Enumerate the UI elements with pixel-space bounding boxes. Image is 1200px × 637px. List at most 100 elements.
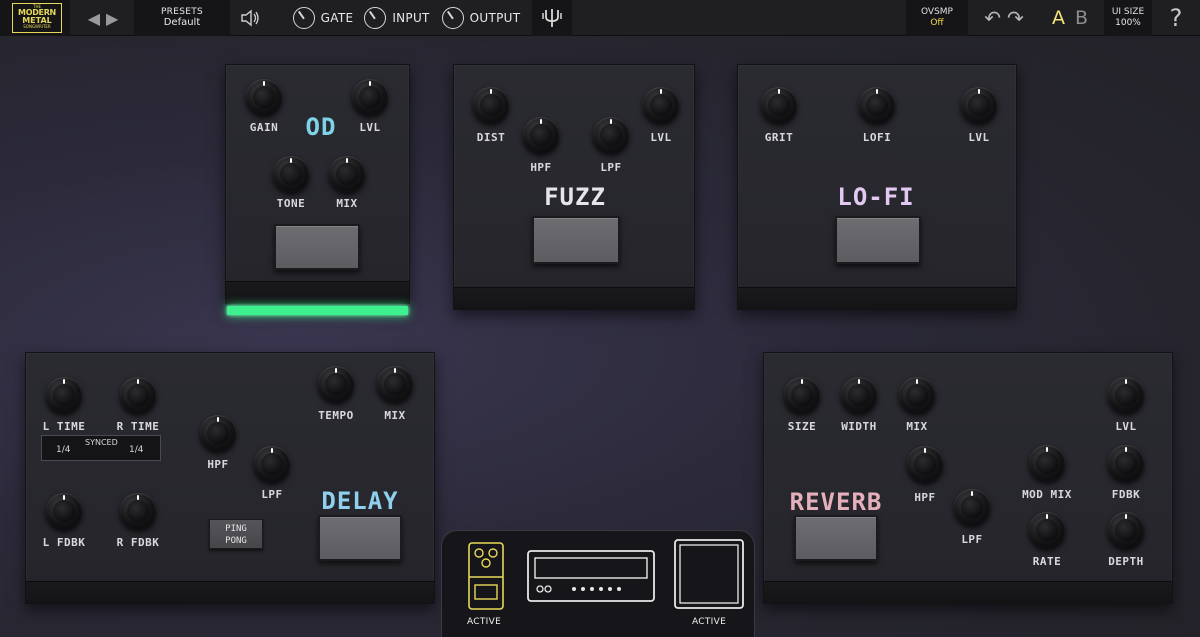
fuzz-lpf-knob[interactable]: [593, 117, 629, 153]
fuzz-footswitch[interactable]: [532, 216, 620, 264]
preset-a-button[interactable]: A: [1052, 7, 1065, 29]
cabinet-status: ACTIVE: [692, 617, 727, 627]
prev-preset-icon[interactable]: ◀: [88, 9, 100, 28]
fuzz-lvl-knob[interactable]: [643, 87, 679, 123]
od-base: [226, 281, 409, 303]
delay-tempo-knob[interactable]: [318, 366, 354, 402]
delay-sync-left-value: 1/4: [56, 445, 71, 455]
lofi-footswitch[interactable]: [835, 216, 921, 264]
undo-redo-group: ↶ ↷: [974, 0, 1034, 36]
reverb-hpf-knob[interactable]: [907, 446, 943, 482]
lofi-lvl-knob[interactable]: [961, 87, 997, 123]
reverb-hpf-label: HPF: [914, 491, 936, 504]
ping-pong-button[interactable]: PING PONG: [209, 519, 263, 549]
next-preset-icon[interactable]: ▶: [106, 9, 118, 28]
fuzz-lpf-label: LPF: [600, 161, 622, 174]
od-title: OD: [305, 113, 337, 141]
delay-ltime-knob[interactable]: [46, 377, 82, 413]
reverb-footswitch[interactable]: [794, 515, 878, 561]
reverb-rate-knob[interactable]: [1029, 512, 1065, 548]
reverb-lvl-knob[interactable]: [1108, 377, 1144, 413]
od-gain-knob[interactable]: [246, 79, 282, 115]
output-control[interactable]: OUTPUT: [438, 0, 524, 36]
od-pedal: GAIN LVL OD TONE MIX: [225, 64, 410, 304]
output-knob-icon[interactable]: [441, 7, 464, 29]
delay-sync-label: SYNCED: [85, 438, 118, 447]
delay-lfdbk-label: L FDBK: [42, 536, 86, 549]
input-knob-icon[interactable]: [364, 7, 387, 29]
fuzz-lvl-label: LVL: [650, 131, 672, 144]
od-lvl-knob[interactable]: [352, 79, 388, 115]
gate-control[interactable]: GATE: [290, 0, 356, 36]
brand-logo: THE MODERN METAL SONGWRITER: [12, 3, 62, 33]
redo-icon[interactable]: ↷: [1007, 6, 1024, 30]
delay-footswitch[interactable]: [318, 515, 402, 561]
help-icon: ?: [1169, 4, 1183, 32]
reverb-size-knob[interactable]: [784, 377, 820, 413]
undo-icon[interactable]: ↶: [984, 6, 1001, 30]
fuzz-hpf-label: HPF: [530, 161, 552, 174]
delay-lpf-label: LPF: [261, 488, 283, 501]
preset-b-button[interactable]: B: [1075, 7, 1088, 29]
od-footswitch[interactable]: [274, 224, 360, 270]
reverb-pedal: SIZE WIDTH MIX LVL HPF LPF MOD MIX FDBK …: [763, 352, 1173, 604]
amp-head-icon[interactable]: [526, 549, 656, 607]
fuzz-hpf-knob[interactable]: [523, 117, 559, 153]
input-control[interactable]: INPUT: [362, 0, 432, 36]
speaker-icon[interactable]: [232, 0, 268, 36]
fuzz-base: [454, 287, 694, 309]
reverb-width-knob[interactable]: [841, 377, 877, 413]
delay-hpf-knob[interactable]: [200, 415, 236, 451]
delay-base: [26, 581, 434, 603]
pedal-chain-icon[interactable]: [467, 541, 505, 615]
delay-ltime-label: L TIME: [42, 420, 86, 433]
cabinet-icon[interactable]: [673, 538, 745, 614]
delay-lpf-knob[interactable]: [254, 446, 290, 482]
fuzz-title: FUZZ: [544, 183, 606, 211]
delay-mix-knob[interactable]: [377, 366, 413, 402]
delay-rfdbk-knob[interactable]: [120, 493, 156, 529]
lofi-title: LO-FI: [837, 183, 915, 211]
lofi-base: [738, 287, 1016, 309]
fuzz-dist-label: DIST: [476, 131, 506, 144]
delay-lfdbk-knob[interactable]: [46, 493, 82, 529]
reverb-modmix-label: MOD MIX: [1022, 488, 1072, 501]
od-mix-label: MIX: [336, 197, 358, 210]
gate-knob-icon[interactable]: [292, 7, 315, 29]
presets-selector[interactable]: PRESETS Default: [134, 0, 230, 36]
reverb-lpf-knob[interactable]: [954, 489, 990, 525]
lofi-lvl-label: LVL: [968, 131, 990, 144]
fuzz-dist-knob[interactable]: [473, 87, 509, 123]
help-button[interactable]: ?: [1156, 0, 1196, 36]
lofi-lofi-label: LOFI: [862, 131, 892, 144]
reverb-mix-knob[interactable]: [899, 377, 935, 413]
delay-rtime-knob[interactable]: [120, 377, 156, 413]
top-toolbar: THE MODERN METAL SONGWRITER ◀ ▶ PRESETS …: [0, 0, 1200, 36]
reverb-lpf-label: LPF: [961, 533, 983, 546]
reverb-fdbk-knob[interactable]: [1108, 445, 1144, 481]
reverb-rate-label: RATE: [1032, 555, 1062, 568]
oversampling-selector[interactable]: OVSMP Off: [906, 0, 968, 36]
reverb-mix-label: MIX: [906, 420, 928, 433]
ui-size-selector[interactable]: UI SIZE 100%: [1104, 0, 1152, 36]
od-tone-knob[interactable]: [273, 156, 309, 192]
tuner-fork-icon[interactable]: [532, 0, 572, 36]
lofi-grit-knob[interactable]: [761, 87, 797, 123]
reverb-modmix-knob[interactable]: [1029, 445, 1065, 481]
delay-rfdbk-label: R FDBK: [116, 536, 160, 549]
reverb-depth-knob[interactable]: [1108, 512, 1144, 548]
reverb-title: REVERB: [789, 488, 883, 516]
delay-sync-display[interactable]: 1/4 SYNCED 1/4: [41, 435, 161, 461]
delay-pedal: L TIME R TIME HPF LPF TEMPO MIX L FDBK R…: [25, 352, 435, 604]
lofi-grit-label: GRIT: [764, 131, 794, 144]
od-mix-knob[interactable]: [329, 156, 365, 192]
delay-rtime-label: R TIME: [116, 420, 160, 433]
reverb-fdbk-label: FDBK: [1111, 488, 1141, 501]
delay-sync-right-value: 1/4: [129, 445, 144, 455]
ab-compare: A B: [1040, 0, 1100, 36]
lofi-lofi-knob[interactable]: [859, 87, 895, 123]
signal-chain-panel: ACTIVE ACTIVE: [441, 530, 755, 637]
od-active-led: [227, 306, 408, 315]
reverb-base: [764, 581, 1172, 603]
preset-nav: ◀ ▶: [78, 0, 128, 36]
